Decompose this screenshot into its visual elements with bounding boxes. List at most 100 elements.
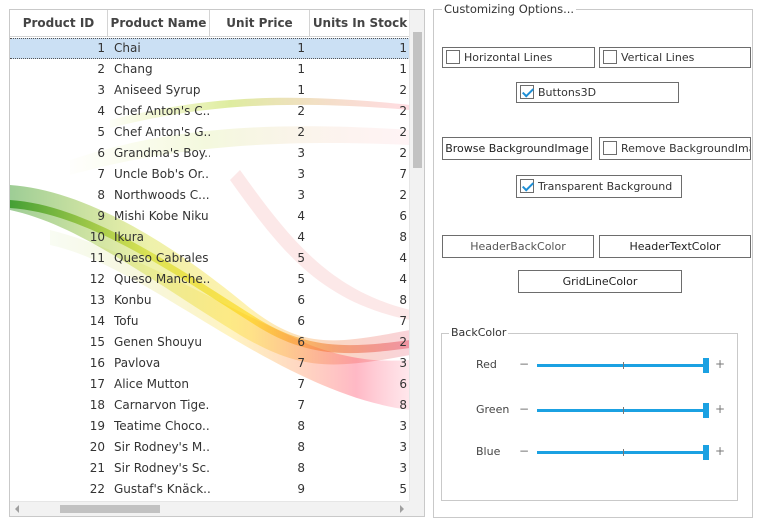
table-row[interactable]: 16 Pavlova 7 3 [10,353,410,374]
cell-unit-price[interactable]: 8 [210,416,308,437]
table-row[interactable]: 17 Alice Mutton 7 6 [10,374,410,395]
cell-product-name[interactable]: Tofu [114,311,210,332]
cell-unit-price[interactable]: 4 [210,227,308,248]
header-back-color-button[interactable]: HeaderBackColor [442,235,594,258]
cell-unit-price[interactable]: 9 [210,479,308,500]
cell-unit-price[interactable]: 3 [210,143,308,164]
scroll-right-arrow-icon[interactable] [400,505,404,513]
column-header-unit-price[interactable]: Unit Price [210,10,310,37]
cell-product-name[interactable]: Chef Anton's G... [114,122,210,143]
cell-product-name[interactable]: Carnarvon Tige... [114,395,210,416]
cell-product-id[interactable]: 6 [10,143,108,164]
cell-unit-price[interactable]: 5 [210,269,308,290]
cell-units-in-stock[interactable]: 8 [310,227,410,248]
red-slider-thumb[interactable] [703,358,709,373]
cell-product-name[interactable]: Sir Rodney's Sc... [114,458,210,479]
table-row[interactable]: 10 Ikura 4 8 [10,227,410,248]
cell-unit-price[interactable]: 3 [210,164,308,185]
cell-product-name[interactable]: Mishi Kobe Niku [114,206,210,227]
table-row[interactable]: 5 Chef Anton's G... 2 2 [10,122,410,143]
table-row[interactable]: 3 Aniseed Syrup 1 2 [10,80,410,101]
table-row[interactable]: 22 Gustaf's Knäck... 9 5 [10,479,410,500]
cell-units-in-stock[interactable]: 3 [310,416,410,437]
cell-product-id[interactable]: 14 [10,311,108,332]
cell-unit-price[interactable]: 6 [210,311,308,332]
cell-product-name[interactable]: Pavlova [114,353,210,374]
table-row[interactable]: 11 Queso Cabrales 5 4 [10,248,410,269]
blue-increase-icon[interactable]: + [715,444,725,458]
cell-unit-price[interactable]: 1 [210,39,308,58]
cell-units-in-stock[interactable]: 2 [310,122,410,143]
cell-product-id[interactable]: 12 [10,269,108,290]
remove-background-image-checkbox[interactable]: Remove BackgroundImag [599,137,751,160]
cell-unit-price[interactable]: 8 [210,458,308,479]
cell-unit-price[interactable]: 2 [210,122,308,143]
cell-product-name[interactable]: Ikura [114,227,210,248]
cell-unit-price[interactable]: 1 [210,80,308,101]
cell-units-in-stock[interactable]: 8 [310,290,410,311]
cell-product-name[interactable]: Grandma's Boy... [114,143,210,164]
grid-line-color-button[interactable]: GridLineColor [518,270,682,293]
cell-unit-price[interactable]: 2 [210,101,308,122]
column-header-product-id[interactable]: Product ID [10,10,108,37]
cell-units-in-stock[interactable]: 4 [310,248,410,269]
horizontal-scroll-thumb[interactable] [60,505,160,513]
table-row[interactable]: 14 Tofu 6 7 [10,311,410,332]
cell-units-in-stock[interactable]: 6 [310,374,410,395]
cell-product-id[interactable]: 19 [10,416,108,437]
scroll-left-arrow-icon[interactable] [15,505,19,513]
cell-unit-price[interactable]: 6 [210,290,308,311]
table-row[interactable]: 1 Chai 1 1 [10,38,410,59]
cell-unit-price[interactable]: 5 [210,248,308,269]
red-increase-icon[interactable]: + [715,357,725,371]
cell-units-in-stock[interactable]: 7 [310,311,410,332]
cell-product-id[interactable]: 17 [10,374,108,395]
cell-units-in-stock[interactable]: 2 [310,101,410,122]
table-row[interactable]: 13 Konbu 6 8 [10,290,410,311]
table-row[interactable]: 21 Sir Rodney's Sc... 8 3 [10,458,410,479]
cell-product-id[interactable]: 7 [10,164,108,185]
cell-units-in-stock[interactable]: 2 [310,185,410,206]
cell-units-in-stock[interactable]: 3 [310,437,410,458]
cell-unit-price[interactable]: 7 [210,353,308,374]
blue-decrease-icon[interactable]: − [519,444,529,458]
cell-product-id[interactable]: 10 [10,227,108,248]
cell-product-name[interactable]: Alice Mutton [114,374,210,395]
cell-product-name[interactable]: Konbu [114,290,210,311]
table-row[interactable]: 15 Genen Shouyu 6 2 [10,332,410,353]
cell-product-id[interactable]: 4 [10,101,108,122]
cell-product-id[interactable]: 15 [10,332,108,353]
cell-unit-price[interactable]: 1 [210,59,308,80]
cell-product-id[interactable]: 16 [10,353,108,374]
cell-product-name[interactable]: Chai [114,39,210,58]
table-row[interactable]: 8 Northwoods C... 3 2 [10,185,410,206]
browse-background-image-button[interactable]: Browse BackgroundImage [442,137,592,160]
cell-product-id[interactable]: 2 [10,59,108,80]
cell-product-name[interactable]: Uncle Bob's Or... [114,164,210,185]
cell-units-in-stock[interactable]: 2 [310,332,410,353]
buttons3d-checkbox[interactable]: Buttons3D [516,82,679,103]
cell-product-name[interactable]: Queso Cabrales [114,248,210,269]
cell-units-in-stock[interactable]: 1 [310,59,410,80]
cell-product-name[interactable]: Gustaf's Knäck... [114,479,210,500]
product-grid[interactable]: Product ID Product Name Unit Price Units… [9,9,425,517]
cell-product-id[interactable]: 11 [10,248,108,269]
cell-unit-price[interactable]: 7 [210,374,308,395]
cell-units-in-stock[interactable]: 3 [310,458,410,479]
column-header-units-in-stock[interactable]: Units In Stock [310,10,410,37]
table-row[interactable]: 6 Grandma's Boy... 3 2 [10,143,410,164]
cell-product-name[interactable]: Sir Rodney's M... [114,437,210,458]
cell-units-in-stock[interactable]: 8 [310,395,410,416]
cell-product-name[interactable]: Genen Shouyu [114,332,210,353]
header-text-color-button[interactable]: HeaderTextColor [599,235,751,258]
cell-unit-price[interactable]: 4 [210,206,308,227]
table-row[interactable]: 7 Uncle Bob's Or... 3 7 [10,164,410,185]
table-row[interactable]: 18 Carnarvon Tige... 7 8 [10,395,410,416]
cell-product-id[interactable]: 22 [10,479,108,500]
cell-units-in-stock[interactable]: 4 [310,269,410,290]
cell-product-id[interactable]: 1 [10,39,108,58]
horizontal-lines-checkbox[interactable]: Horizontal Lines [442,47,595,68]
table-row[interactable]: 4 Chef Anton's C... 2 2 [10,101,410,122]
cell-units-in-stock[interactable]: 6 [310,206,410,227]
cell-unit-price[interactable]: 6 [210,332,308,353]
